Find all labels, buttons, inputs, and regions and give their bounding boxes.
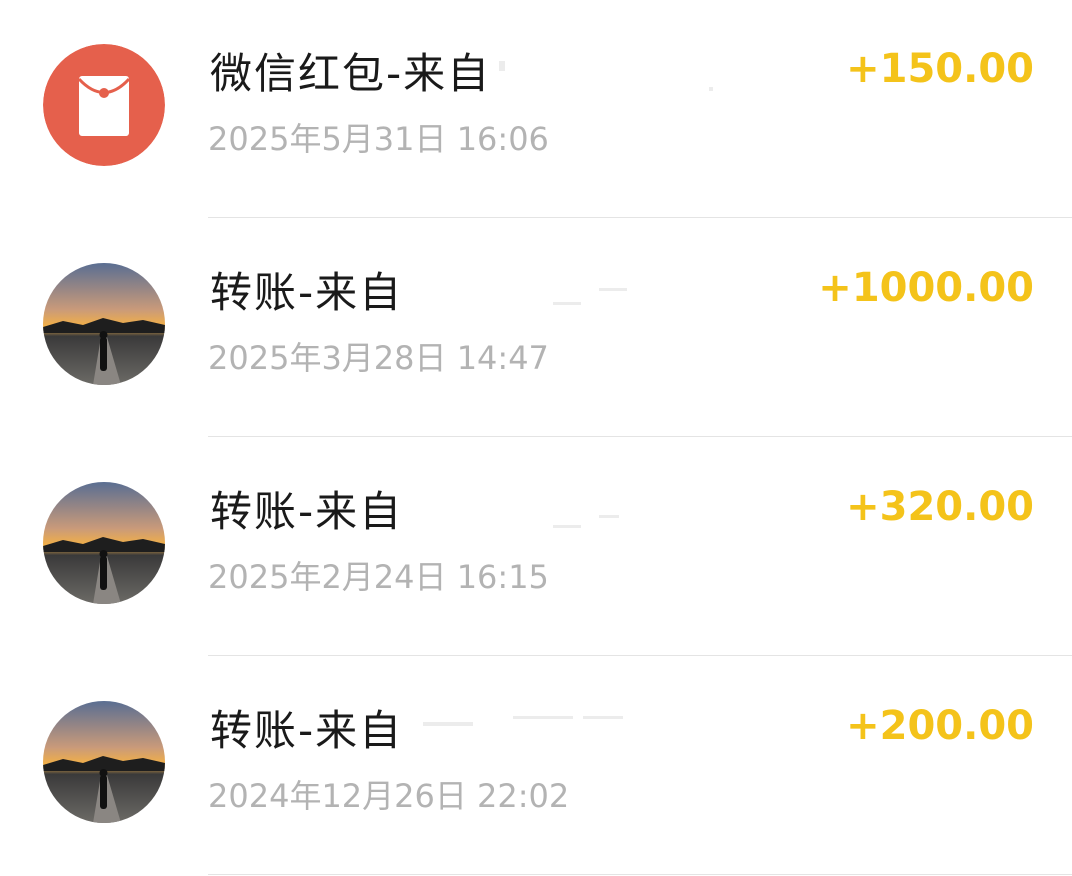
redacted-name xyxy=(403,492,644,537)
transaction-datetime: 2024年12月26日 22:02 xyxy=(208,777,570,815)
row-divider xyxy=(208,436,1072,437)
transaction-title: 微信红包-来自 xyxy=(210,40,714,101)
transaction-amount: +150.00 xyxy=(846,46,1034,92)
transaction-datetime: 2025年3月28日 14:47 xyxy=(208,339,549,377)
row-divider xyxy=(208,655,1072,656)
avatar-sunset-photo xyxy=(43,263,165,385)
transaction-amount: +1000.00 xyxy=(818,265,1034,311)
transaction-row[interactable]: 转账-来自 2025年3月28日 14:47 +1000.00 xyxy=(0,219,1072,437)
transaction-amount: +320.00 xyxy=(846,484,1034,530)
transaction-list: 微信红包-来自 2025年5月31日 16:06 +150.00 转账-来自 2… xyxy=(0,0,1072,876)
transaction-amount: +200.00 xyxy=(846,703,1034,749)
redacted-name xyxy=(403,273,644,318)
transaction-title: 转账-来自 xyxy=(210,478,644,539)
avatar-sunset-photo xyxy=(43,482,165,604)
transaction-row[interactable]: 微信红包-来自 2025年5月31日 16:06 +150.00 xyxy=(0,0,1072,218)
transaction-row[interactable]: 转账-来自 2025年2月24日 16:15 +320.00 xyxy=(0,438,1072,656)
row-divider xyxy=(208,217,1072,218)
transaction-title-text: 转账-来自 xyxy=(210,268,404,317)
red-envelope-icon xyxy=(43,44,165,166)
transaction-title-text: 转账-来自 xyxy=(210,487,404,536)
row-divider xyxy=(208,874,1072,875)
avatar-sunset-photo xyxy=(43,701,165,823)
transaction-title-text: 转账-来自 xyxy=(210,706,404,755)
redacted-name xyxy=(491,54,714,99)
transaction-datetime: 2025年5月31日 16:06 xyxy=(208,120,549,158)
transaction-row[interactable]: 转账-来自 2024年12月26日 22:02 +200.00 xyxy=(0,657,1072,875)
transaction-title: 转账-来自 xyxy=(210,259,644,320)
redacted-name xyxy=(403,711,644,756)
transaction-datetime: 2025年2月24日 16:15 xyxy=(208,558,549,596)
transaction-title: 转账-来自 xyxy=(210,697,644,758)
transaction-title-text: 微信红包-来自 xyxy=(210,49,492,98)
